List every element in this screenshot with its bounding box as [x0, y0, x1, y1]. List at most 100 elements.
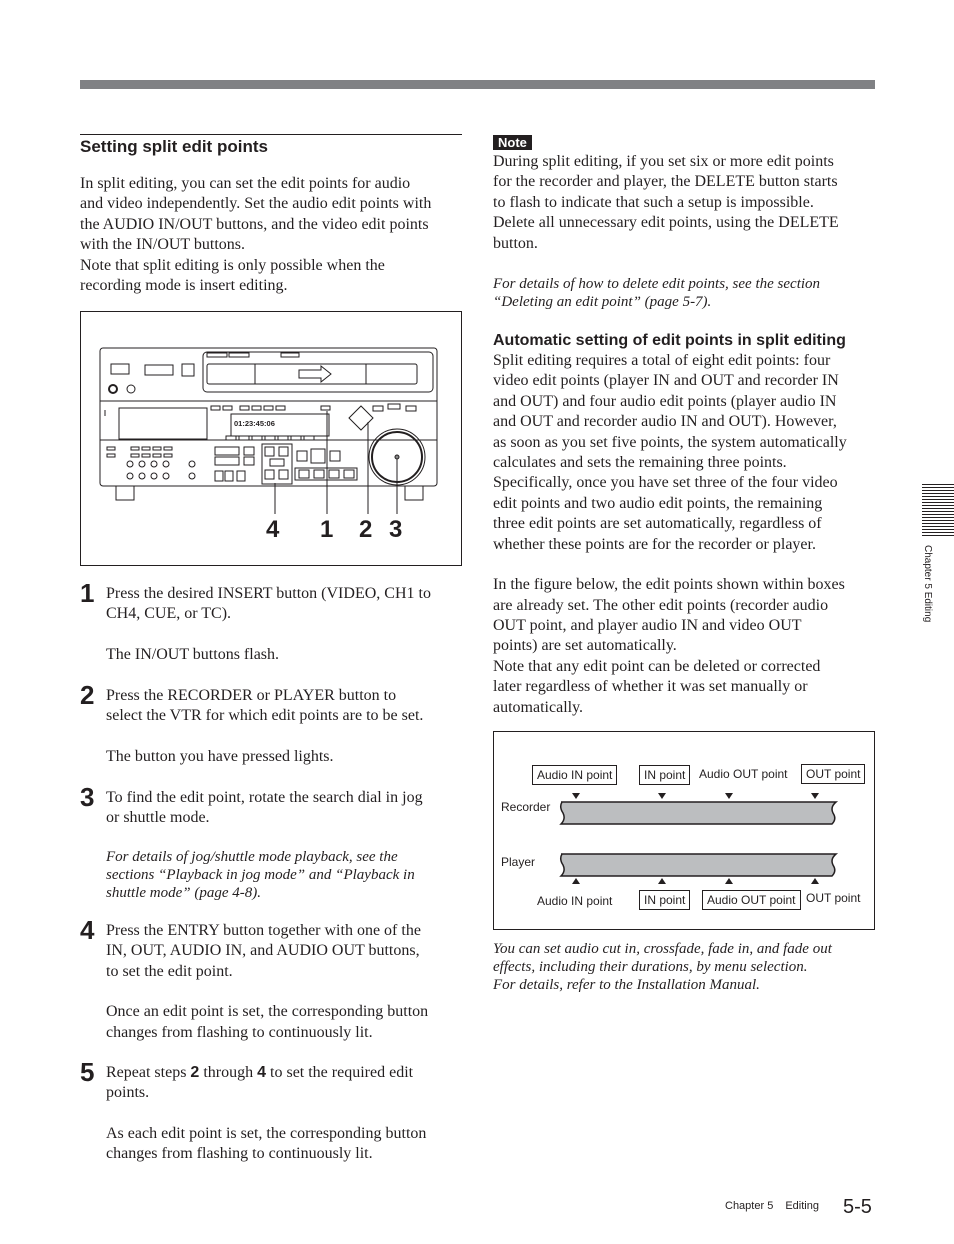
callout-4: 4: [266, 516, 280, 543]
note-line: to flash to indicate that such a setup i…: [493, 193, 814, 211]
step-reference: For details of jog/shuttle mode playback…: [106, 848, 398, 865]
right-column: Note During split editing, if you set si…: [493, 134, 875, 718]
auto-line: as soon as you set five points, the syst…: [493, 433, 847, 451]
auto-line: Split editing requires a total of eight …: [493, 352, 831, 370]
chapter-tab-lines: [922, 484, 954, 538]
step-text: Press the desired INSERT button (VIDEO, …: [106, 585, 431, 602]
recorder-audio-out-point: Audio OUT point: [699, 767, 788, 781]
figure-line: later regardless of whether it was set m…: [493, 678, 808, 696]
step-text: Repeat steps 2 through 4 to set the requ…: [106, 1064, 414, 1081]
auto-line: edit points and two audio edit points, t…: [493, 494, 823, 512]
note-line: button.: [493, 234, 538, 252]
step-text: CH4, CUE, or TC).: [106, 605, 232, 623]
recorder-label: Recorder: [501, 800, 551, 814]
subheading: Automatic setting of edit points in spli…: [493, 332, 846, 350]
figure-explanation: In the figure below, the edit points sho…: [493, 575, 875, 718]
figure-line: are already set. The other edit points (…: [493, 596, 829, 614]
chapter-tab-text: Chapter 5 Editing: [922, 545, 933, 623]
note-line: During split editing, if you set six or …: [493, 153, 834, 170]
recorder-out-point: OUT point: [801, 764, 866, 784]
step-text: Press the RECORDER or PLAYER button to: [106, 687, 397, 704]
step-reference: shuttle mode” (page 4-8).: [106, 884, 261, 901]
step-text: To find the edit point, rotate the searc…: [106, 789, 423, 806]
player-marker: [811, 878, 819, 884]
callout-1: 1: [320, 516, 333, 543]
step-4: 4 Press the ENTRY button together with o…: [80, 915, 465, 1043]
note-body: During split editing, if you set six or …: [493, 152, 875, 254]
step-text: to set the edit point.: [106, 962, 233, 980]
step-number: 2: [80, 680, 95, 710]
step-text: select the VTR for which edit points are…: [106, 707, 424, 725]
player-marker: [572, 878, 580, 884]
recorder-in-point: IN point: [639, 765, 691, 785]
edit-points-diagram: Recorder Player Audio IN point IN point …: [493, 731, 875, 930]
step-number: 5: [80, 1057, 95, 1087]
auto-paragraph: Split editing requires a total of eight …: [493, 351, 875, 555]
callout-3: 3: [389, 516, 402, 543]
step-number: 1: [80, 578, 95, 608]
auto-line: and OUT and recorder audio IN and OUT). …: [493, 413, 837, 431]
footnote-line: For details, refer to the Installation M…: [493, 977, 760, 993]
step-result: The IN/OUT buttons flash.: [106, 645, 280, 663]
figure-line: automatically.: [493, 698, 584, 716]
note-reference: For details of how to delete edit points…: [493, 276, 821, 293]
figure-line: Note that any edit point can be deleted …: [493, 657, 821, 675]
auto-line: calculates and sets the remaining three …: [493, 454, 787, 472]
player-in-point: IN point: [639, 890, 691, 910]
vtr-panel-figure: 01:23:45:06 4 1 2 3: [80, 311, 462, 566]
footer-section-label: Editing: [785, 1200, 819, 1212]
player-track: [559, 853, 839, 877]
figure-line: OUT point, and player audio IN and video…: [493, 616, 802, 634]
note-label: Note: [493, 135, 532, 150]
recorder-marker: [658, 793, 666, 799]
auto-line: video edit points (player IN and OUT and…: [493, 372, 839, 390]
footer-chapter: Chapter 5 Editing: [725, 1200, 819, 1212]
section-rule: [80, 134, 462, 135]
auto-line: whether these points are for the recorde…: [493, 535, 816, 553]
footnote-line: effects, including their durations, by m…: [493, 959, 808, 975]
intro-paragraph: In split editing, you can set the edit p…: [80, 174, 462, 296]
recorder-audio-in-point: Audio IN point: [532, 765, 618, 785]
recorder-marker: [572, 793, 580, 799]
footer-chapter-label: Chapter 5: [725, 1200, 774, 1212]
step-result: changes from flashing to continuously li…: [106, 1023, 373, 1041]
auto-line: three edit points are set automatically,…: [493, 515, 822, 533]
step-result: As each edit point is set, the correspon…: [106, 1124, 427, 1142]
intro-line: and video independently. Set the audio e…: [80, 195, 432, 213]
timecode-display: 01:23:45:06: [234, 419, 275, 428]
auto-line: Specifically, once you have set three of…: [493, 474, 838, 492]
note-line: Delete all unnecessary edit points, usin…: [493, 214, 839, 232]
step-1: 1 Press the desired INSERT button (VIDEO…: [80, 578, 465, 665]
player-label: Player: [501, 855, 536, 869]
step-number: 4: [80, 915, 95, 945]
step-text: points.: [106, 1084, 150, 1102]
note-reference: “Deleting an edit point” (page 5-7).: [493, 294, 712, 311]
step-result: changes from flashing to continuously li…: [106, 1145, 373, 1163]
step-result: The button you have pressed lights.: [106, 747, 334, 765]
intro-line: with the IN/OUT buttons.: [80, 236, 246, 254]
header-bar: [80, 80, 875, 89]
recorder-marker: [725, 793, 733, 799]
step-text: Press the ENTRY button together with one…: [106, 922, 421, 939]
intro-line: In split editing, you can set the edit p…: [80, 175, 411, 192]
auto-line: and OUT) and four audio edit points (pla…: [493, 392, 837, 410]
note-line: for the recorder and player, the DELETE …: [493, 173, 838, 191]
intro-line: the AUDIO IN/OUT buttons, and the video …: [80, 215, 429, 233]
vtr-panel-illustration: 01:23:45:06 4 1 2 3: [99, 347, 438, 543]
intro-line: recording mode is insert editing.: [80, 277, 288, 295]
player-audio-in-point: Audio IN point: [537, 894, 613, 908]
figure-line: points) are set automatically.: [493, 637, 677, 655]
player-audio-out-point: Audio OUT point: [702, 890, 801, 910]
step-reference: sections “Playback in jog mode” and “Pla…: [106, 866, 415, 883]
player-marker: [658, 878, 666, 884]
player-marker: [725, 878, 733, 884]
left-column: Setting split edit points In split editi…: [80, 134, 462, 296]
step-number: 3: [80, 782, 95, 812]
step-text: or shuttle mode.: [106, 809, 210, 827]
step-2: 2 Press the RECORDER or PLAYER button to…: [80, 680, 465, 767]
page-number: 5-5: [843, 1196, 872, 1218]
figure-line: In the figure below, the edit points sho…: [493, 576, 845, 594]
step-text: IN, OUT, AUDIO IN, and AUDIO OUT buttons…: [106, 942, 420, 960]
step-5: 5 Repeat steps 2 through 4 to set the re…: [80, 1057, 465, 1165]
recorder-marker: [811, 793, 819, 799]
